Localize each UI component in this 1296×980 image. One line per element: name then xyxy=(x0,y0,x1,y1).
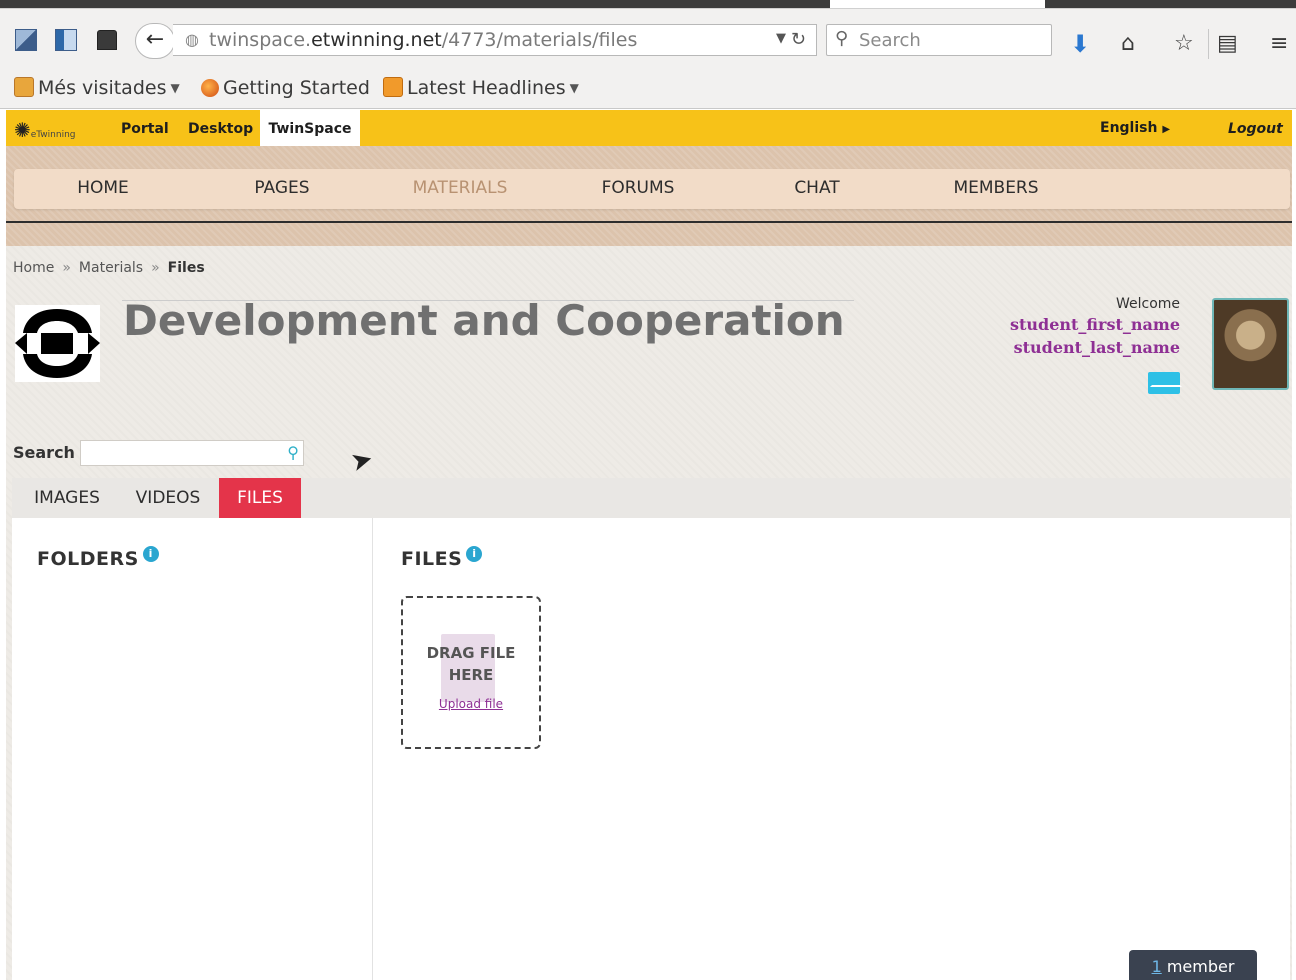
file-drop-zone[interactable]: DRAG FILE HERE Upload file xyxy=(401,596,541,749)
files-heading: FILES i xyxy=(401,546,483,570)
main-menu-band: HOME PAGES MATERIALS FORUMS CHAT MEMBERS xyxy=(6,146,1292,246)
reading-list-icon[interactable]: ▤ xyxy=(1217,33,1238,55)
panel-divider xyxy=(372,518,373,980)
hamburger-menu-icon[interactable]: ≡ xyxy=(1270,33,1288,55)
mouse-cursor-icon: ➤ xyxy=(347,443,377,479)
folder-icon xyxy=(14,77,34,97)
bookmark-most-visited[interactable]: Més visitades ▼ xyxy=(14,77,180,99)
breadcrumb-separator: » xyxy=(62,260,71,276)
bookmark-latest-headlines[interactable]: Latest Headlines ▼ xyxy=(383,77,579,99)
reload-icon[interactable]: ↻ xyxy=(791,29,806,50)
url-bar[interactable]: ◍ twinspace.etwinning.net/4773/materials… xyxy=(173,24,817,56)
materials-search-input[interactable]: ⚲ xyxy=(80,440,304,466)
rss-icon xyxy=(383,77,403,97)
desktop-link[interactable]: Desktop xyxy=(188,121,253,137)
mail-icon[interactable] xyxy=(1148,372,1180,394)
files-panel: FOLDERS i FILES i DRAG FILE HERE Upload fil… xyxy=(12,518,1290,980)
info-icon[interactable]: i xyxy=(466,546,483,562)
language-label: English xyxy=(1100,120,1158,136)
menu-home[interactable]: HOME xyxy=(28,178,178,198)
search-placeholder: Search xyxy=(859,30,921,51)
project-logo-icon xyxy=(15,309,100,378)
drop-line-1: DRAG FILE xyxy=(426,644,516,662)
info-icon[interactable]: i xyxy=(142,546,159,562)
clipboard-icon[interactable] xyxy=(97,30,117,50)
members-online-badge[interactable]: 1 member online xyxy=(1129,950,1257,980)
tab-files[interactable]: FILES xyxy=(219,478,301,518)
etwinning-top-bar: ✺eTwinning Portal Desktop TwinSpace Engl… xyxy=(6,110,1292,146)
tab-strip-left xyxy=(0,0,830,8)
online-text: member online xyxy=(1166,957,1235,976)
menu-members[interactable]: MEMBERS xyxy=(921,178,1071,198)
toolbar-divider xyxy=(1208,29,1209,59)
url-text: twinspace.etwinning.net/4773/materials/f… xyxy=(209,29,638,51)
breadcrumb: Home » Materials » Files xyxy=(13,260,205,276)
page-title: Development and Cooperation xyxy=(123,296,845,345)
chevron-down-icon: ▼ xyxy=(569,81,579,95)
globe-icon: ◍ xyxy=(185,30,199,49)
twinspace-link[interactable]: TwinSpace xyxy=(260,110,360,146)
bookmark-star-icon[interactable]: ☆ xyxy=(1174,33,1194,55)
menu-materials[interactable]: MATERIALS xyxy=(385,178,535,198)
drop-zone-text: DRAG FILE HERE xyxy=(403,642,539,686)
online-count[interactable]: 1 xyxy=(1152,957,1162,976)
breadcrumb-separator: » xyxy=(151,260,160,276)
browser-navbar: ← ◍ twinspace.etwinning.net/4773/materia… xyxy=(0,9,1296,69)
firefox-icon xyxy=(201,79,219,97)
folders-heading: FOLDERS i xyxy=(37,546,159,570)
project-logo xyxy=(15,305,100,382)
bookmark-getting-started[interactable]: Getting Started xyxy=(201,77,370,99)
menu-pages[interactable]: PAGES xyxy=(207,178,357,198)
back-button[interactable]: ← xyxy=(135,23,175,59)
search-icon[interactable]: ⚲ xyxy=(287,443,299,462)
twinspace-page: ✺eTwinning Portal Desktop TwinSpace Engl… xyxy=(6,110,1292,980)
browser-tab-strip xyxy=(0,0,1296,9)
logout-link[interactable]: Logout xyxy=(1228,121,1283,137)
search-label: Search xyxy=(13,443,75,462)
drop-line-2: HERE xyxy=(448,666,494,684)
chevron-right-icon: ▶ xyxy=(1162,124,1171,135)
materials-tabs: IMAGES VIDEOS FILES xyxy=(12,478,1290,518)
user-first-name[interactable]: student_first_name xyxy=(980,315,1180,334)
bookmarks-toolbar: Més visitades ▼ Getting Started Latest He… xyxy=(0,69,1296,109)
welcome-label: Welcome xyxy=(1116,296,1181,312)
window-tile-icon[interactable] xyxy=(15,29,37,51)
user-last-name[interactable]: student_last_name xyxy=(980,338,1180,357)
bookmark-label: Getting Started xyxy=(223,77,370,99)
tab-strip-right xyxy=(1045,0,1296,8)
search-icon: ⚲ xyxy=(835,28,849,49)
url-dropdown-icon[interactable]: ▼ xyxy=(776,31,786,46)
menu-divider xyxy=(6,221,1292,223)
breadcrumb-files: Files xyxy=(167,260,205,276)
tab-videos[interactable]: VIDEOS xyxy=(122,478,214,518)
avatar[interactable] xyxy=(1212,298,1289,390)
upload-file-link[interactable]: Upload file xyxy=(403,697,539,711)
portal-link[interactable]: Portal xyxy=(121,121,169,137)
main-menu: HOME PAGES MATERIALS FORUMS CHAT MEMBERS xyxy=(14,169,1290,209)
window-split-icon[interactable] xyxy=(55,29,77,51)
breadcrumb-home[interactable]: Home xyxy=(13,260,54,276)
tab-images[interactable]: IMAGES xyxy=(22,478,112,518)
bookmark-label: Més visitades xyxy=(38,77,167,99)
browser-search-input[interactable]: ⚲ Search xyxy=(826,24,1052,56)
chevron-down-icon: ▼ xyxy=(170,81,180,95)
language-selector[interactable]: English ▶ xyxy=(1100,120,1170,136)
bookmark-label: Latest Headlines xyxy=(407,77,566,99)
menu-forums[interactable]: FORUMS xyxy=(563,178,713,198)
menu-chat[interactable]: CHAT xyxy=(742,178,892,198)
back-arrow-icon: ← xyxy=(145,27,165,52)
home-icon[interactable]: ⌂ xyxy=(1121,33,1135,55)
download-icon[interactable]: ⬇ xyxy=(1070,32,1090,56)
etwinning-logo[interactable]: ✺eTwinning xyxy=(14,118,76,142)
folders-heading-text: FOLDERS xyxy=(37,548,139,570)
breadcrumb-materials[interactable]: Materials xyxy=(79,260,143,276)
files-heading-text: FILES xyxy=(401,548,463,570)
